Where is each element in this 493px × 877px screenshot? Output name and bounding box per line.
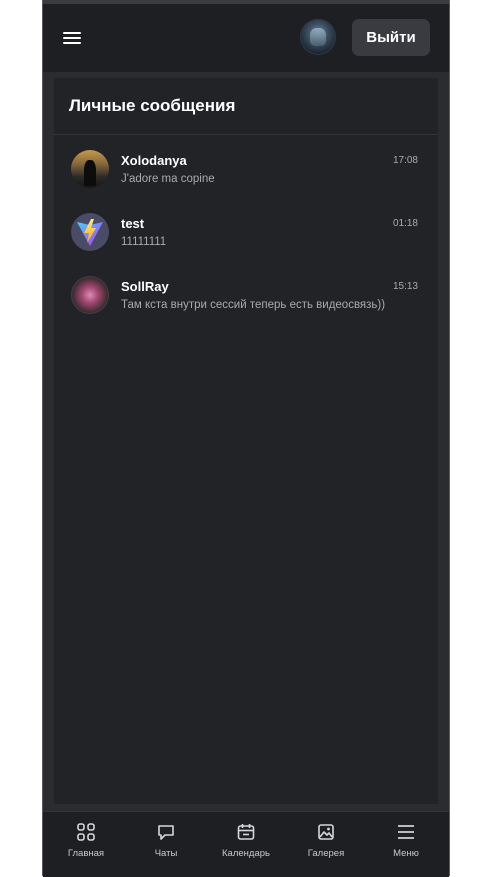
nav-item-menu[interactable]: Меню	[366, 812, 446, 876]
nav-label: Календарь	[222, 848, 270, 859]
page-title: Личные сообщения	[69, 96, 236, 115]
chat-time: 17:08	[392, 155, 418, 166]
chat-last-message: 11111111	[121, 236, 167, 248]
chat-name: Xolodanya	[121, 153, 187, 168]
messages-panel: Личные сообщения Xolodanya J'adore ma co…	[54, 78, 438, 804]
app-frame: Выйти Личные сообщения Xolodanya J'adore…	[42, 0, 450, 877]
chat-time: 01:18	[392, 218, 418, 229]
nav-item-calendar[interactable]: Календарь	[206, 812, 286, 876]
user-avatar[interactable]	[300, 19, 336, 55]
menu-icon	[398, 825, 414, 839]
nav-item-gallery[interactable]: Галерея	[286, 812, 366, 876]
chat-list-item[interactable]: Xolodanya J'adore ma copine 17:08	[54, 150, 438, 202]
avatar	[71, 213, 109, 251]
hamburger-menu-icon[interactable]	[63, 30, 81, 46]
chat-name: SollRay	[121, 279, 169, 294]
lightning-logo-icon	[77, 219, 103, 246]
chat-last-message: Там кста внутри сессий теперь есть видео…	[121, 299, 386, 311]
logout-button[interactable]: Выйти	[352, 19, 430, 56]
chat-name: test	[121, 216, 145, 231]
chat-time: 15:13	[392, 281, 418, 292]
nav-label: Чаты	[154, 848, 178, 859]
nav-label: Главная	[67, 848, 105, 859]
nav-label: Галерея	[307, 848, 345, 859]
top-bar: Выйти	[43, 0, 449, 72]
calendar-icon	[237, 824, 255, 840]
chat-last-message: J'adore ma copine	[121, 173, 215, 185]
nav-item-home[interactable]: Главная	[46, 812, 126, 876]
gallery-icon	[318, 824, 334, 840]
nav-item-chats[interactable]: Чаты	[126, 812, 206, 876]
avatar	[71, 276, 109, 314]
chat-icon	[158, 825, 174, 840]
chat-list-item[interactable]: SollRay Там кста внутри сессий теперь ес…	[54, 276, 438, 328]
nav-label: Меню	[393, 848, 419, 859]
bottom-navigation: Главная Чаты Календарь Галерея Меню	[43, 811, 449, 877]
grid-icon	[77, 823, 95, 841]
chat-list-item[interactable]: test 11111111 01:18	[54, 213, 438, 265]
divider	[54, 134, 438, 135]
avatar	[71, 150, 109, 188]
